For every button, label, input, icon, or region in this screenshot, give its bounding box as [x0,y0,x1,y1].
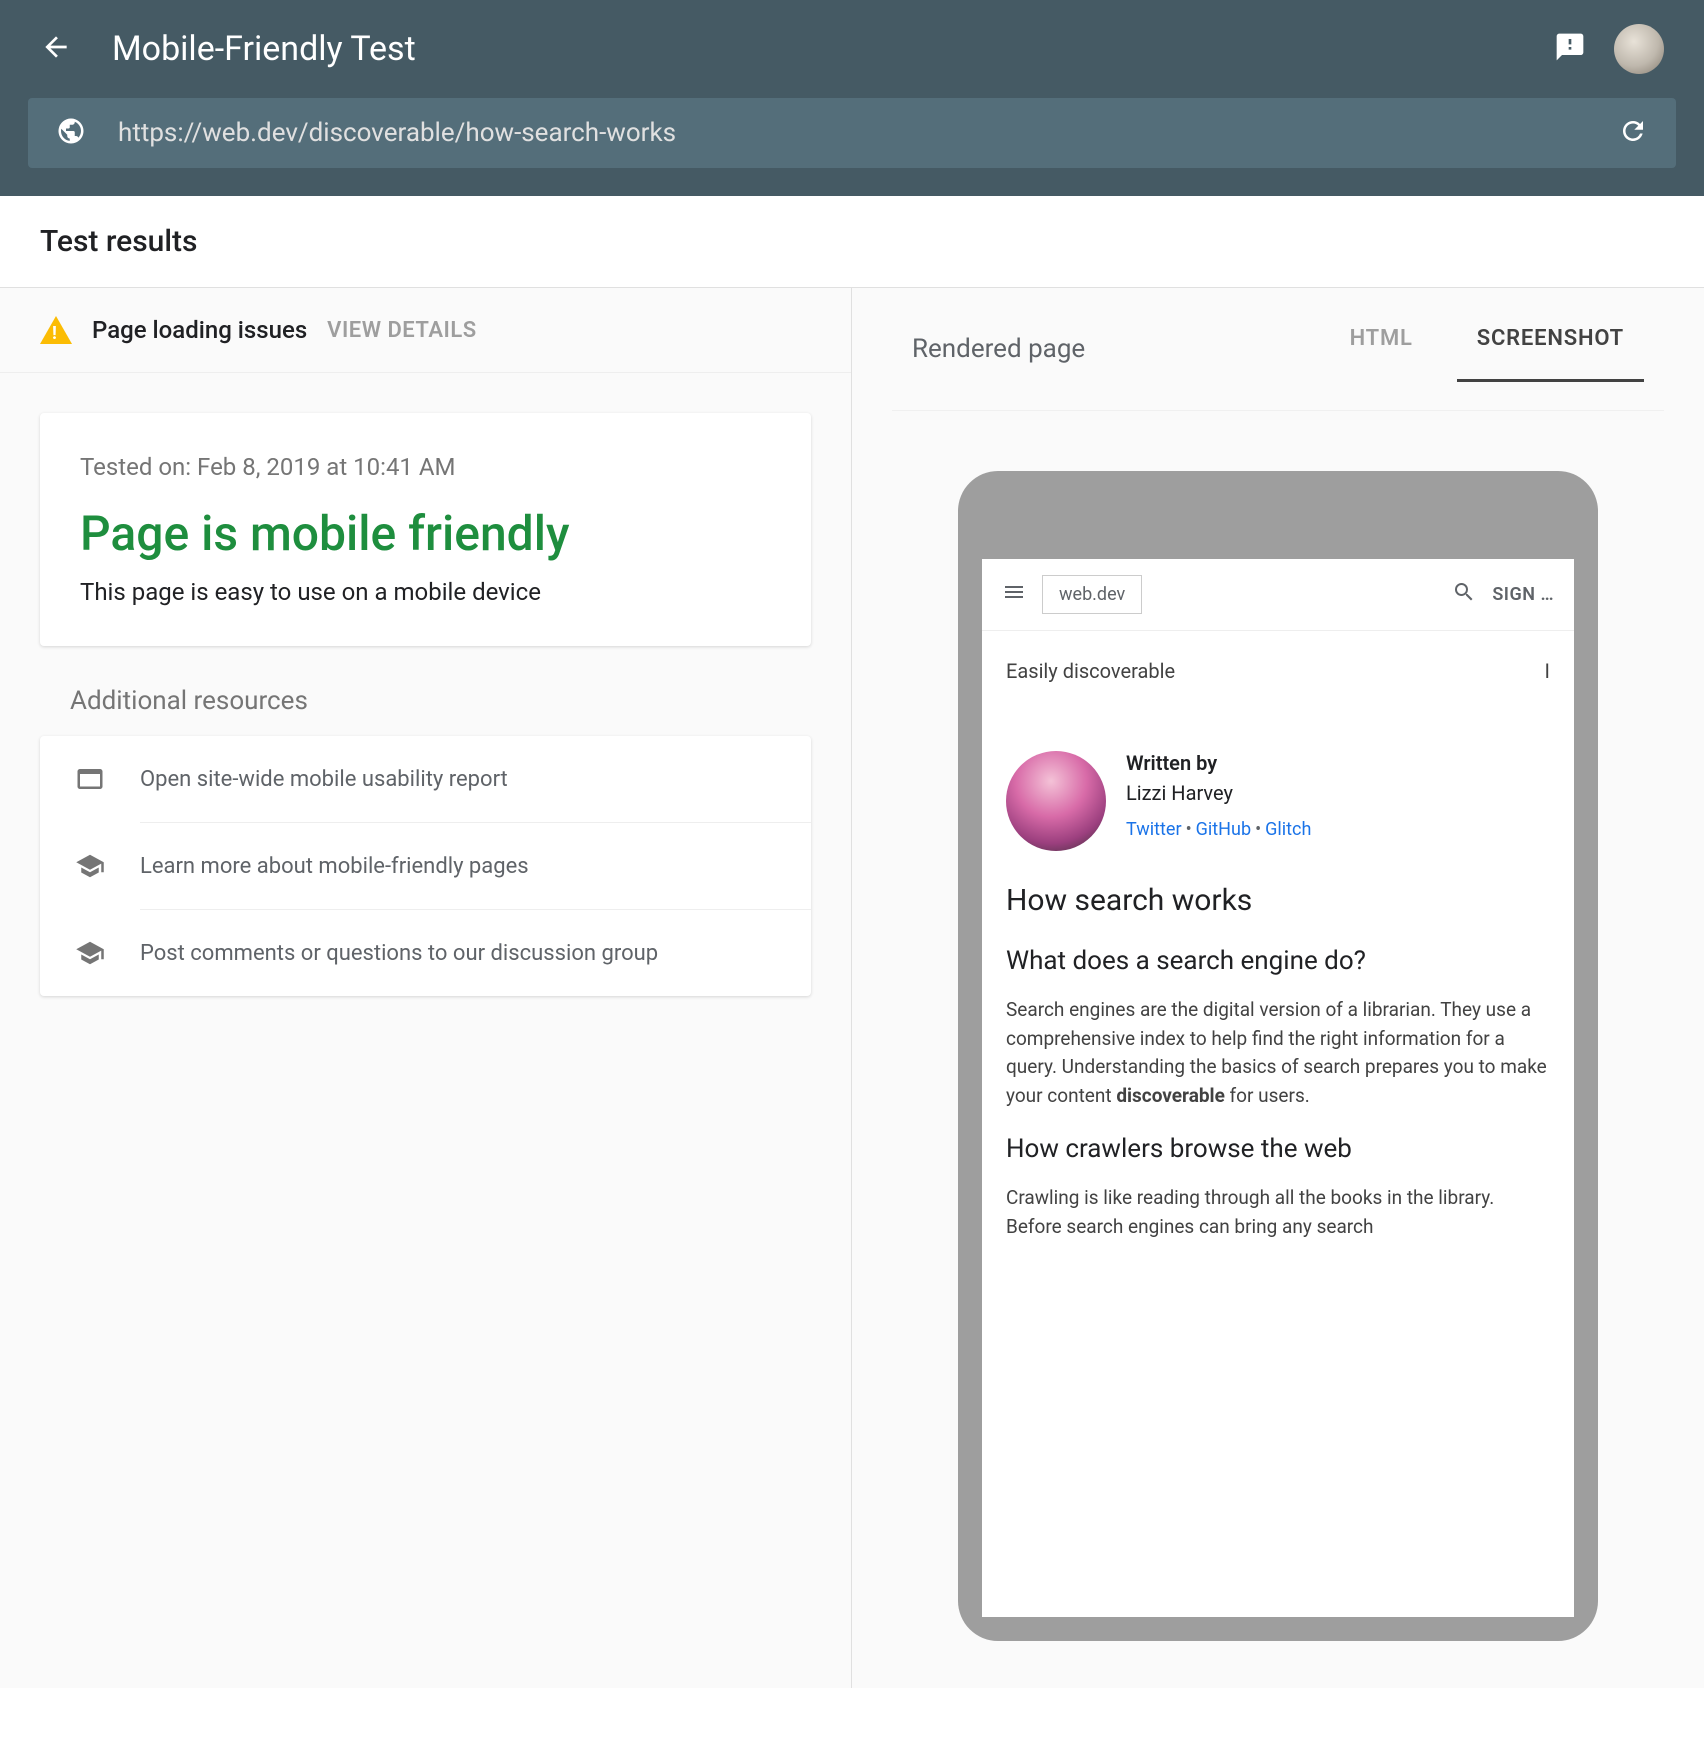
article-title: How search works [1006,883,1550,918]
breadcrumb: Easily discoverable I [982,631,1574,711]
tab-html[interactable]: HTML [1330,316,1433,382]
web-icon [72,764,108,794]
tested-on-text: Tested on: Feb 8, 2019 at 10:41 AM [80,453,771,481]
author-meta: Written by Lizzi Harvey Twitter•GitHub•G… [1126,751,1311,840]
right-header: Rendered page HTML SCREENSHOT [892,288,1664,411]
author-row: Written by Lizzi Harvey Twitter•GitHub•G… [982,711,1574,863]
result-title: Page is mobile friendly [80,505,771,562]
menu-icon[interactable] [1002,580,1026,609]
issues-label: Page loading issues [92,316,307,344]
article-h2-1: What does a search engine do? [1006,946,1550,976]
resource-text: Learn more about mobile-friendly pages [140,854,529,879]
resource-link-report[interactable]: Open site-wide mobile usability report [40,736,811,822]
globe-icon [56,116,86,150]
resource-text: Post comments or questions to our discus… [140,941,658,966]
school-icon [72,851,108,881]
user-avatar[interactable] [1614,24,1664,74]
device-screen: web.dev SIGN … Easily discoverable I Wri… [982,559,1574,1617]
school-icon [72,938,108,968]
written-by-label: Written by [1126,751,1311,775]
resources-card: Open site-wide mobile usability report L… [40,736,811,996]
author-github-link[interactable]: GitHub [1196,819,1251,840]
tab-screenshot[interactable]: SCREENSHOT [1457,316,1644,382]
section-title: Test results [0,196,1704,288]
resource-link-forum[interactable]: Post comments or questions to our discus… [40,910,811,996]
author-twitter-link[interactable]: Twitter [1126,819,1182,840]
article-p2: Crawling is like reading through all the… [1006,1184,1550,1241]
author-avatar [1006,751,1106,851]
article-p1: Search engines are the digital version o… [1006,996,1550,1110]
url-input[interactable]: https://web.dev/discoverable/how-search-… [118,118,1586,148]
right-panel: Rendered page HTML SCREENSHOT web.dev SI… [852,288,1704,1688]
site-logo[interactable]: web.dev [1042,575,1142,614]
left-panel: Page loading issues VIEW DETAILS Tested … [0,288,852,1688]
app-header: Mobile-Friendly Test [0,0,1704,98]
feedback-icon[interactable] [1554,31,1586,67]
author-name: Lizzi Harvey [1126,781,1311,805]
resource-text: Open site-wide mobile usability report [140,767,508,792]
result-card: Tested on: Feb 8, 2019 at 10:41 AM Page … [40,413,811,646]
author-links: Twitter•GitHub•Glitch [1126,819,1311,840]
back-arrow-icon[interactable] [40,31,72,67]
article-content: How search works What does a search engi… [982,863,1574,1261]
sign-in-button[interactable]: SIGN … [1492,584,1554,605]
breadcrumb-divider: I [1545,659,1550,683]
search-icon[interactable] [1452,580,1476,609]
resource-link-learn[interactable]: Learn more about mobile-friendly pages [40,823,811,909]
mobile-nav: web.dev SIGN … [982,559,1574,631]
breadcrumb-text: Easily discoverable [1006,659,1175,683]
warning-icon [40,316,72,344]
url-bar: https://web.dev/discoverable/how-search-… [28,98,1676,168]
url-bar-container: https://web.dev/discoverable/how-search-… [0,98,1704,196]
author-glitch-link[interactable]: Glitch [1265,819,1311,840]
rendered-page-label: Rendered page [912,334,1306,364]
header-actions [1554,24,1664,74]
resources-heading: Additional resources [70,686,811,716]
article-h2-2: How crawlers browse the web [1006,1134,1550,1164]
main-content: Page loading issues VIEW DETAILS Tested … [0,288,1704,1688]
view-details-button[interactable]: VIEW DETAILS [327,318,477,343]
app-title: Mobile-Friendly Test [112,29,1514,69]
refresh-icon[interactable] [1618,116,1648,150]
issues-bar: Page loading issues VIEW DETAILS [0,288,851,373]
result-subtitle: This page is easy to use on a mobile dev… [80,578,771,606]
device-frame: web.dev SIGN … Easily discoverable I Wri… [958,471,1598,1641]
